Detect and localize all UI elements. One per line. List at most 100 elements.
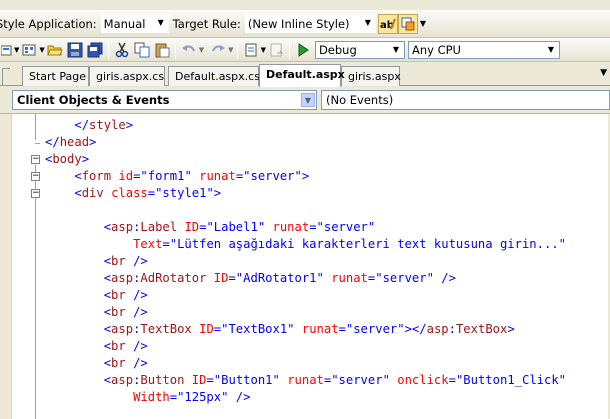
target-rule-label: Target Rule: [172, 16, 241, 31]
code-token: body [52, 152, 82, 166]
code-token: ID [213, 271, 229, 285]
code-line[interactable]: <br /> [45, 355, 148, 372]
code-token: Width [133, 390, 170, 404]
code-token: TextBox [455, 322, 508, 336]
toolbar-separator [174, 40, 176, 59]
tab-label: Default.aspx [266, 68, 345, 81]
outline-guide [35, 165, 36, 419]
copy-icon[interactable] [132, 40, 152, 60]
code-token: < [74, 186, 82, 200]
code-token: id [118, 169, 134, 183]
code-token: ="Button1_Click" [448, 373, 567, 387]
save-icon[interactable] [65, 40, 85, 60]
code-line[interactable]: <asp:AdRotator ID="AdRotator1" runat="se… [45, 270, 456, 287]
tab-default-aspx-cs[interactable]: Default.aspx.cs [168, 66, 260, 86]
chevron-down-icon[interactable]: ▼ [228, 46, 233, 54]
code-token: /> [133, 288, 148, 302]
code-token: ="server" [323, 373, 398, 387]
collapse-body-icon[interactable]: − [31, 155, 40, 164]
code-token: class [111, 186, 148, 200]
code-token: ="server"></ [338, 322, 427, 336]
code-editor[interactable]: </style> </head> <body> <form id="form1" r… [0, 114, 610, 419]
code-line[interactable]: <br /> [45, 304, 148, 321]
code-line[interactable]: <br /> [45, 253, 148, 270]
manage-styles-icon[interactable] [397, 13, 418, 34]
new-project-icon[interactable] [19, 40, 39, 60]
save-all-icon[interactable] [85, 40, 105, 60]
code-line[interactable]: <asp:Label ID="Label1" runat="server" [45, 219, 376, 236]
code-token: < [103, 220, 112, 234]
code-token: asp [111, 271, 134, 285]
cut-icon[interactable] [112, 40, 132, 60]
target-rule-dropdown[interactable]: (New Inline Style) ▼ [244, 14, 376, 33]
code-line[interactable]: <form id="form1" runat="server"> [45, 168, 309, 185]
code-line[interactable]: Width="125px" /> [45, 389, 250, 406]
code-token: br [111, 288, 134, 302]
tab-start-page[interactable]: Start Page [22, 66, 89, 86]
code-token: < [103, 356, 112, 370]
outline-guide [35, 114, 36, 140]
code-token: > [81, 152, 90, 166]
add-item-icon[interactable] [0, 40, 14, 60]
configuration-dropdown[interactable]: Debug ▼ [314, 40, 405, 59]
code-token: /> [133, 254, 148, 268]
document-tab-strip: Start Page giris.aspx.cs Default.aspx.cs… [0, 62, 610, 87]
client-objects-value: Client Objects & Events [17, 93, 170, 107]
code-token: runat [301, 322, 339, 336]
tab-list-dropdown-icon[interactable]: ▼ [600, 68, 607, 78]
code-token: > [125, 118, 134, 132]
code-token: Label [140, 220, 185, 234]
code-line[interactable]: <div class="style1"> [45, 185, 221, 202]
tab-giris-aspx-cs[interactable]: giris.aspx.cs [89, 66, 165, 86]
chevron-down-icon: ▼ [364, 18, 371, 27]
tab-scroll-edge [2, 68, 10, 86]
navigate-forward-icon[interactable] [266, 40, 286, 60]
collapse-div-icon[interactable]: − [31, 189, 40, 198]
code-token: < [74, 169, 82, 183]
code-token: ="Button1" [206, 373, 288, 387]
chevron-down-icon: ▼ [301, 93, 315, 107]
collapse-form-icon[interactable]: − [31, 172, 40, 181]
code-token: AdRotator [140, 271, 214, 285]
chevron-down-icon: ▼ [547, 45, 555, 54]
style-application-label: Style Application: [0, 16, 97, 31]
code-line[interactable]: <asp:TextBox ID="TextBox1" runat="server… [45, 321, 515, 338]
code-token: asp [111, 220, 134, 234]
code-line[interactable]: Text="Lütfen aşağıdaki karakterleri text… [45, 236, 566, 253]
code-token: </ [45, 135, 60, 149]
navigation-bar: Client Objects & Events ▼ (No Events) [0, 86, 610, 114]
undo-icon[interactable] [179, 40, 199, 60]
code-token: form [81, 169, 119, 183]
tab-label: Start Page [29, 70, 86, 83]
chevron-down-icon[interactable]: ▼ [199, 46, 204, 54]
code-line[interactable]: <asp:Button ID="Button1" runat="server" … [45, 372, 566, 389]
style-application-dropdown[interactable]: Manual ▼ [100, 14, 169, 33]
tab-giris-aspx[interactable]: giris.aspx [341, 66, 401, 86]
code-line[interactable]: </head> [45, 134, 96, 151]
events-dropdown[interactable]: (No Events) [321, 90, 610, 110]
open-file-icon[interactable] [45, 40, 65, 60]
new-style-icon[interactable]: ab [377, 13, 398, 34]
code-line[interactable]: <br /> [45, 287, 148, 304]
toolbar-options-icon[interactable]: ▼ [420, 19, 426, 28]
code-token: : [448, 322, 456, 336]
redo-icon[interactable] [208, 40, 228, 60]
client-objects-dropdown[interactable]: Client Objects & Events ▼ [12, 90, 317, 110]
navigate-backward-icon[interactable] [241, 40, 261, 60]
start-debug-icon[interactable] [293, 40, 313, 60]
code-token: > [89, 135, 97, 149]
code-token: ="server" /> [367, 271, 456, 285]
tab-default-aspx[interactable]: Default.aspx [259, 64, 345, 87]
code-line[interactable]: </style> [45, 117, 133, 134]
paste-icon[interactable] [152, 40, 172, 60]
code-line[interactable]: <body> [45, 151, 89, 168]
outline-end [35, 143, 40, 144]
code-line[interactable]: <br /> [45, 338, 148, 355]
platform-dropdown[interactable]: Any CPU ▼ [407, 40, 560, 59]
